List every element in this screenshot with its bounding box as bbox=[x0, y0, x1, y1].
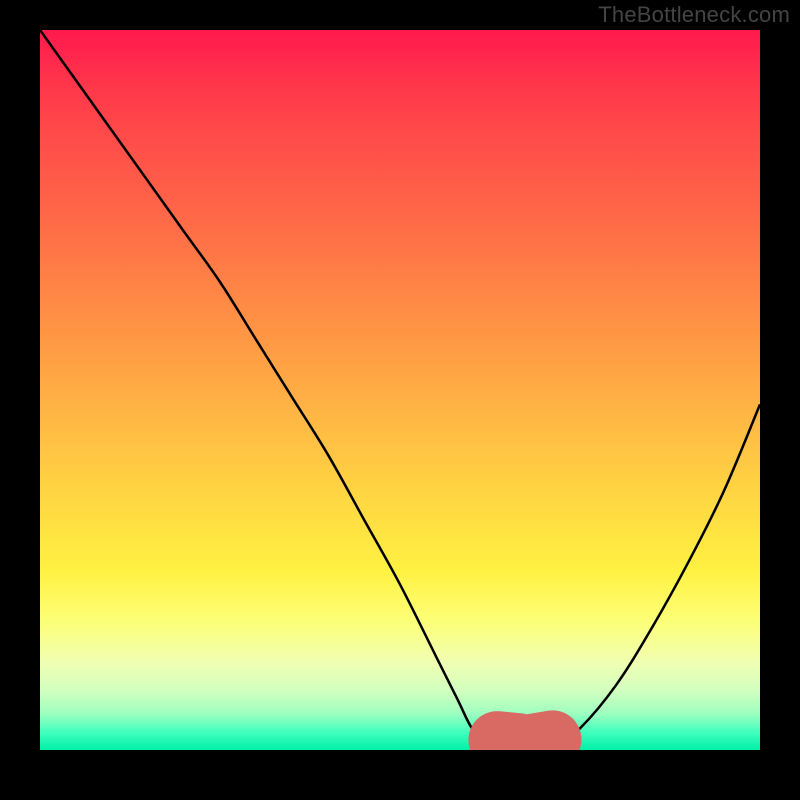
curve-svg bbox=[40, 30, 760, 750]
chart-frame: TheBottleneck.com bbox=[0, 0, 800, 800]
bottleneck-curve-path bbox=[40, 30, 760, 750]
watermark-text: TheBottleneck.com bbox=[598, 2, 790, 28]
plot-area bbox=[40, 30, 760, 750]
marker-group bbox=[476, 725, 572, 743]
marker-dash bbox=[531, 739, 553, 743]
